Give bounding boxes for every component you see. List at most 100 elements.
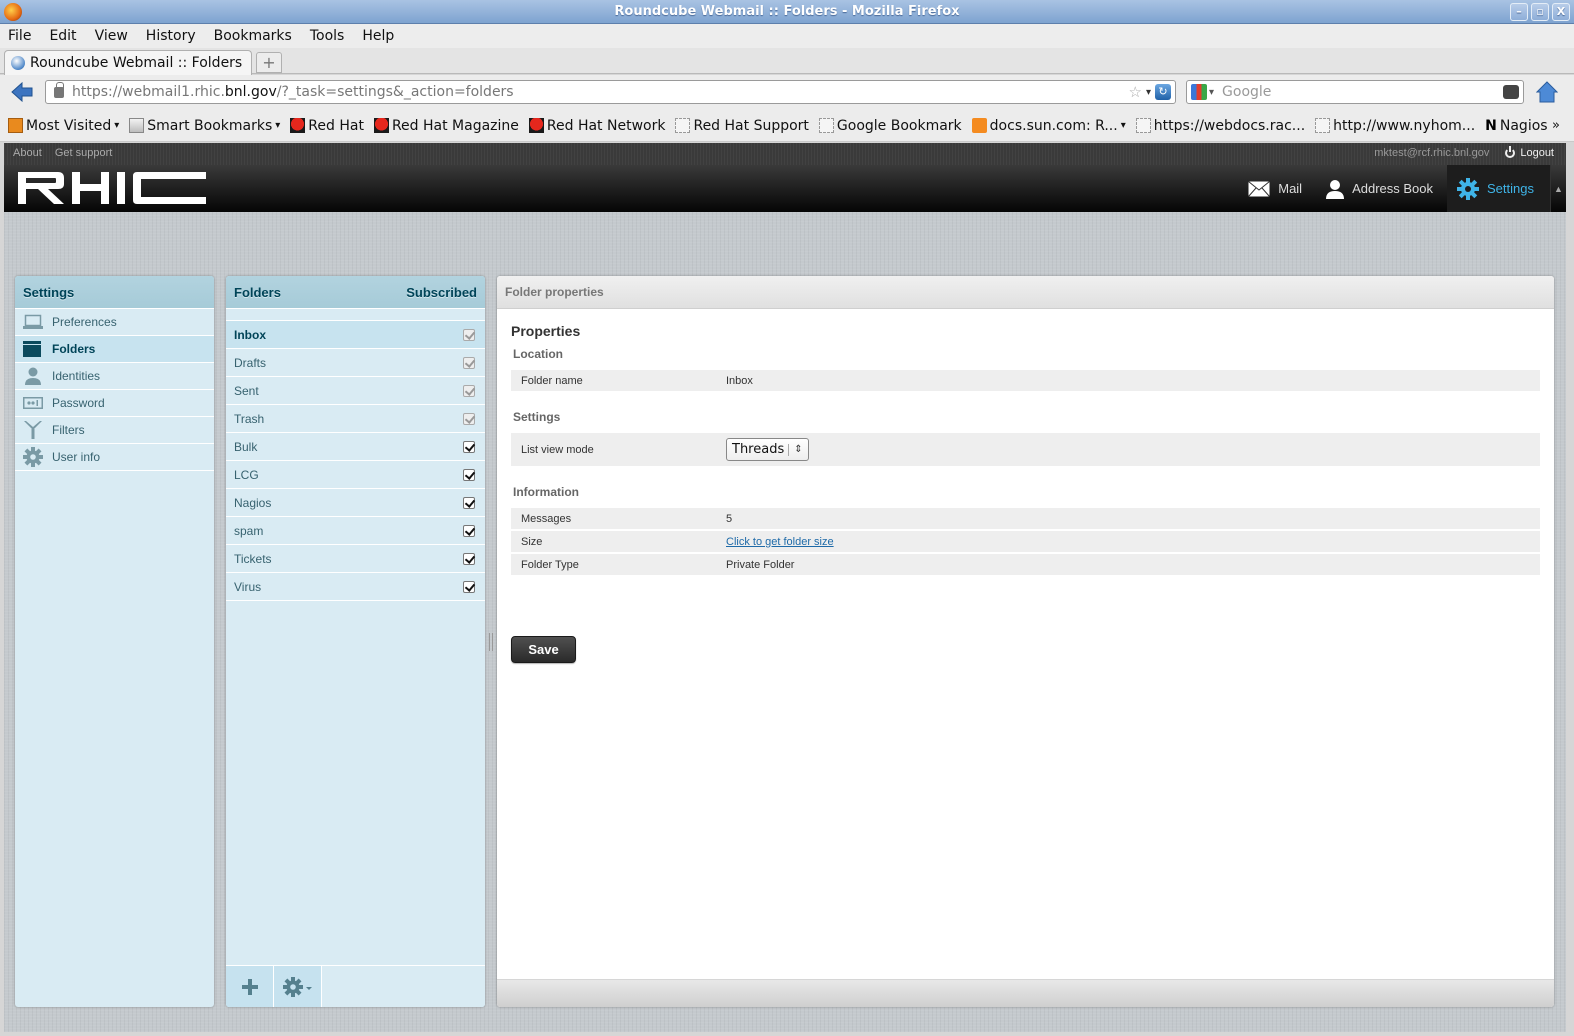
menu-edit[interactable]: Edit [47,28,78,44]
folder-icon [23,341,41,357]
folder-row[interactable]: LCG [226,461,485,489]
subscribed-checkbox [463,356,475,369]
messages-label: Messages [521,512,572,525]
settings-item-password[interactable]: Password [15,390,214,417]
folder-name-value: Inbox [726,374,753,387]
back-arrow-icon[interactable] [11,82,33,102]
folder-row[interactable]: spam [226,517,485,545]
folder-properties-header: Folder properties [497,276,1554,309]
settings-item-user-info[interactable]: User info [15,444,214,471]
url-history-dropdown-icon[interactable]: ▾ [1146,87,1151,98]
menu-view[interactable]: View [93,28,130,44]
task-mail[interactable]: Mail [1238,165,1316,212]
new-tab-button[interactable]: + [256,52,282,73]
settings-item-folders[interactable]: Folders [15,336,214,363]
settings-item-preferences[interactable]: Preferences [15,309,214,336]
bookmark-nagios[interactable]: N Nagios [1485,118,1547,135]
settings-item-filters[interactable]: Filters [15,417,214,444]
lock-icon [54,81,64,98]
task-settings[interactable]: Settings [1447,165,1550,212]
maximize-button[interactable]: ▫ [1531,3,1549,21]
menu-bookmarks[interactable]: Bookmarks [212,28,294,44]
bookmark-label: Red Hat Magazine [391,117,519,134]
app-header: Mail Address Book Settings ▲ [4,165,1566,212]
bookmark-smart-bookmarks[interactable]: Smart Bookmarks ▾ [129,118,280,134]
firefox-logo-icon [4,3,22,21]
panel-splitter[interactable] [489,633,493,651]
folder-name: Nagios [234,495,272,510]
gear-icon [23,447,43,467]
bookmark-star-icon[interactable]: ☆ [1129,83,1142,101]
close-button[interactable]: X [1552,3,1570,21]
menu-tools[interactable]: Tools [308,28,347,44]
folder-row[interactable]: Bulk [226,433,485,461]
bookmark-label: Red Hat Support [693,117,809,134]
subscribed-checkbox[interactable] [463,440,475,453]
google-engine-icon[interactable] [1191,84,1207,100]
folder-row[interactable]: Drafts [226,349,485,377]
size-row: Size Click to get folder size [511,531,1540,552]
bookmark-docs-sun[interactable]: docs.sun.com: R... ▾ [971,117,1126,134]
bookmark-webdocs[interactable]: https://webdocs.rac... [1135,118,1305,134]
bookmark-red-hat-support[interactable]: Red Hat Support [675,117,809,134]
url-bar[interactable]: https://webmail1.rhic. bnl.gov/?_task=set… [45,80,1176,104]
url-suffix: /?_task=settings&_action=folders [276,84,514,100]
messages-value: 5 [726,512,733,525]
collapse-header-button[interactable]: ▲ [1550,165,1566,212]
folder-row[interactable]: Sent [226,377,485,405]
bookmarks-overflow-button[interactable]: » [1552,118,1560,133]
search-engine-dropdown-icon[interactable]: ▾ [1209,87,1214,98]
save-button[interactable]: Save [511,636,576,663]
browser-tab[interactable]: Roundcube Webmail :: Folders [4,50,252,75]
home-icon[interactable] [1536,81,1558,103]
about-link[interactable]: About [13,147,42,159]
roundcube-app: About Get support mktest@rcf.rhic.bnl.go… [4,143,1566,1032]
bookmark-red-hat-magazine[interactable]: Red Hat Magazine [373,117,519,134]
settings-gear-icon [1457,177,1480,200]
folder-name: Trash [234,411,265,426]
subscribed-checkbox[interactable] [463,580,475,593]
menu-file[interactable]: File [6,28,33,44]
redhat-icon [373,118,389,133]
subscribed-checkbox[interactable] [463,468,475,481]
folder-row[interactable]: Trash [226,405,485,433]
most-visited-icon [8,118,23,133]
bookmark-nyhom[interactable]: http://www.nyhom... [1315,118,1475,134]
folder-list-header: Folders Subscribed [226,276,485,309]
folder-row[interactable]: Nagios [226,489,485,517]
settings-item-label: Filters [52,423,85,437]
settings-item-identities[interactable]: Identities [15,363,214,390]
bookmark-red-hat-network[interactable]: Red Hat Network [528,117,666,134]
list-view-mode-select[interactable]: Threads ⇕ [726,438,809,461]
bookmark-label: docs.sun.com: R... [989,117,1118,134]
get-support-link[interactable]: Get support [55,147,112,159]
roundcube-favicon-icon [11,56,25,70]
username: mktest@rcf.rhic.bnl.gov [1374,147,1490,159]
subscribed-checkbox[interactable] [463,552,475,565]
redhat-icon [528,118,544,133]
task-address-book[interactable]: Address Book [1316,165,1447,212]
minimize-button[interactable]: – [1510,3,1528,21]
settings-item-label: Password [52,396,105,410]
bookmark-most-visited[interactable]: Most Visited ▾ [8,118,119,134]
folder-row[interactable]: Virus [226,573,485,601]
menu-history[interactable]: History [144,28,198,44]
search-bar[interactable]: ▾ Google [1186,80,1524,104]
subscribed-checkbox[interactable] [463,524,475,537]
binoculars-icon[interactable] [1503,85,1519,99]
menu-help[interactable]: Help [360,28,396,44]
bookmark-red-hat[interactable]: Red Hat [290,118,364,134]
logout-button[interactable]: Logout [1505,146,1554,159]
reload-icon[interactable]: ↻ [1155,84,1171,100]
bookmark-google-bookmark[interactable]: Google Bookmark [818,118,962,134]
add-folder-button[interactable] [226,966,274,1007]
folder-row[interactable]: Tickets [226,545,485,573]
size-label: Size [521,535,543,548]
logout-label: Logout [1520,147,1554,159]
get-folder-size-link[interactable]: Click to get folder size [726,536,834,548]
folder-actions-menu-button[interactable] [274,966,322,1007]
subscribed-checkbox [463,412,475,425]
subscribed-checkbox[interactable] [463,496,475,509]
folder-row[interactable]: Inbox [226,321,485,349]
bookmark-label: Red Hat Network [546,117,666,134]
